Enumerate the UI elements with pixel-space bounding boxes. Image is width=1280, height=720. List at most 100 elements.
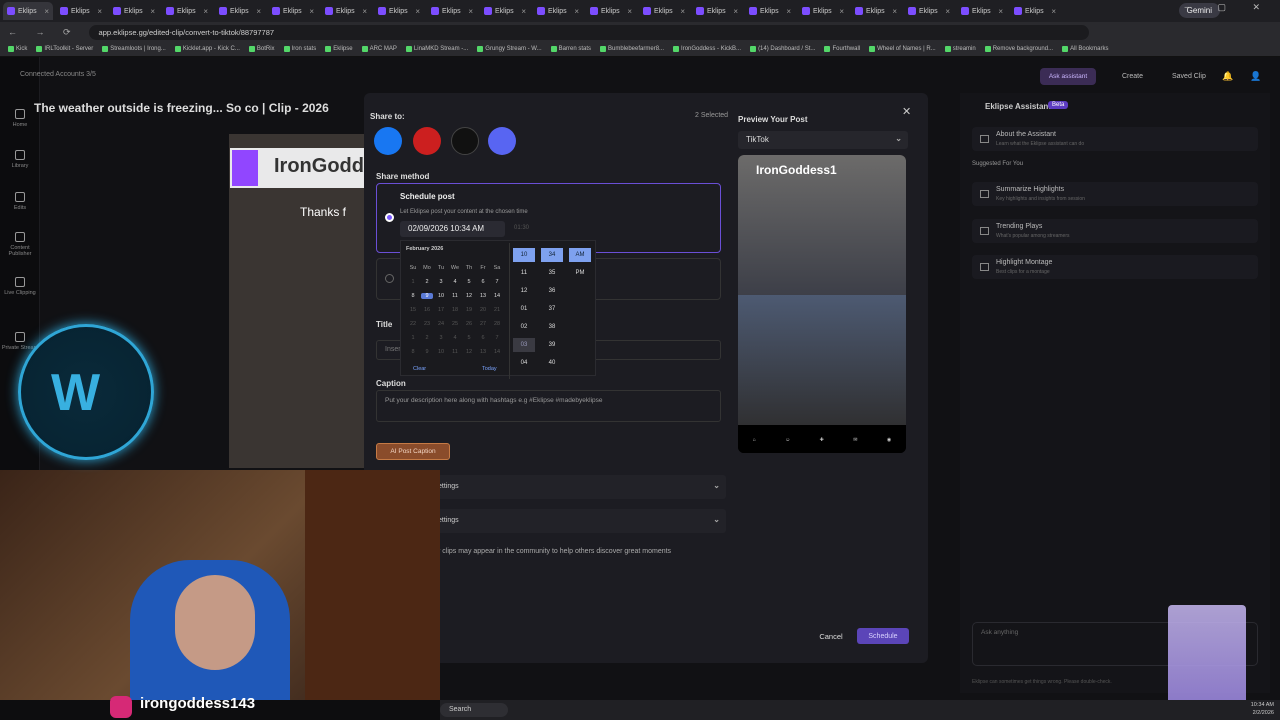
user-icon[interactable]: 👤 [1250,71,1261,82]
close-icon[interactable]: × [945,7,950,16]
tiktok-icon[interactable] [451,127,479,155]
bookmark-item[interactable]: LinaMKD Stream -... [405,46,468,52]
time-option[interactable]: 35 [541,266,563,280]
calendar-day[interactable]: 11 [449,293,461,299]
facebook-icon[interactable] [374,127,402,155]
bookmark-item[interactable]: IRLToolkit - Server [36,46,93,52]
close-icon[interactable]: × [468,7,473,16]
ask-assistant-button[interactable]: Ask assistant [1040,68,1096,85]
close-icon[interactable]: × [839,7,844,16]
time-option[interactable]: PM [569,266,591,280]
schedule-button[interactable]: Schedule [857,628,909,644]
calendar-day[interactable]: 4 [449,335,461,341]
bookmark-item[interactable]: Remove background... [984,46,1053,52]
nav-arrows-icon[interactable]: ← → ⟳ [8,27,79,38]
connected-accounts[interactable]: Connected Accounts 3/5 [20,71,96,78]
browser-tab[interactable]: Eklips × [374,2,424,20]
youtube-icon[interactable] [413,127,441,155]
close-icon[interactable]: × [998,7,1003,16]
post-now-radio[interactable] [385,274,394,283]
time-option[interactable]: 03 [513,338,535,352]
close-icon[interactable]: × [97,7,102,16]
calendar-day[interactable]: 25 [449,321,461,327]
bookmark-item[interactable]: (14) Dashboard / St... [750,46,815,52]
calendar-day[interactable]: 26 [463,321,475,327]
bookmark-item[interactable]: Streamloots | Irong... [102,46,166,52]
browser-tab[interactable]: Eklips × [268,2,318,20]
browser-tab[interactable]: Eklips × [851,2,901,20]
calendar-month[interactable]: February 2026 [406,246,443,252]
bookmark-item[interactable]: streamin [944,46,976,52]
close-icon[interactable]: × [1051,7,1056,16]
close-icon[interactable]: ✕ [902,105,911,118]
calendar-day[interactable]: 3 [435,279,447,285]
bookmark-item[interactable]: Barren stats [550,46,591,52]
browser-tab[interactable]: Eklips × [109,2,159,20]
time-option[interactable]: 36 [541,284,563,298]
browser-tab[interactable]: Eklips × [162,2,212,20]
nav-item[interactable]: Content Publisher [0,232,40,257]
browser-tab[interactable]: Eklips × [957,2,1007,20]
time-option[interactable]: 04 [513,356,535,370]
browser-tab[interactable]: Eklips × [904,2,954,20]
browser-tab[interactable]: Eklips × [3,2,53,20]
bookmark-item[interactable]: Eklipse [325,46,353,52]
calendar-day[interactable]: 14 [491,293,503,299]
calendar-day[interactable]: 4 [449,279,461,285]
calendar-day[interactable]: 10 [435,293,447,299]
close-icon[interactable]: × [892,7,897,16]
caption-input[interactable]: Put your description here along with has… [376,390,721,422]
calendar-day[interactable]: 2 [421,279,433,285]
nav-item[interactable]: Live Clipping [0,277,40,296]
calendar-day[interactable]: 3 [435,335,447,341]
time-option[interactable]: 39 [541,338,563,352]
calendar-day[interactable]: 9 [421,349,433,355]
ai-post-caption-button[interactable]: AI Post Caption [376,443,450,460]
bookmark-item[interactable]: Kicklet.app - Kick C... [174,46,240,52]
browser-tab[interactable]: Eklips × [56,2,106,20]
create-button[interactable]: Create [1122,73,1143,80]
calendar-day[interactable]: 21 [491,307,503,313]
calendar-today[interactable]: Today [482,366,497,372]
calendar-day[interactable]: 1 [407,335,419,341]
suggestion-card[interactable]: Highlight Montage Best clips for a monta… [972,255,1258,279]
close-icon[interactable]: × [521,7,526,16]
window-controls[interactable]: ─ ▢ ✕ [1185,2,1272,13]
calendar-day[interactable]: 5 [463,335,475,341]
bookmark-item[interactable]: Kick [8,46,27,52]
taskbar-search[interactable]: Search [440,703,508,717]
url-input[interactable]: app.eklipse.gg/edited-clip/convert-to-ti… [88,24,1089,40]
bookmark-item[interactable]: BotRix [248,46,275,52]
bookmark-item[interactable]: Fourthwall [824,46,860,52]
time-option[interactable]: 38 [541,320,563,334]
calendar-day[interactable]: 6 [477,279,489,285]
discord-icon[interactable] [488,127,516,155]
calendar-day[interactable]: 27 [477,321,489,327]
calendar-day[interactable]: 9 [421,293,433,299]
calendar-day[interactable]: 7 [491,279,503,285]
saved-clip-button[interactable]: Saved Clip [1172,73,1206,80]
calendar-day[interactable]: 2 [421,335,433,341]
time-option[interactable]: 37 [541,302,563,316]
time-option[interactable]: 11 [513,266,535,280]
calendar-day[interactable]: 7 [491,335,503,341]
close-icon[interactable]: × [680,7,685,16]
close-icon[interactable]: × [203,7,208,16]
browser-tab[interactable]: Eklips × [745,2,795,20]
close-icon[interactable]: × [733,7,738,16]
calendar-day[interactable]: 13 [477,293,489,299]
time-option[interactable]: 01 [513,302,535,316]
close-icon[interactable]: × [44,7,49,16]
calendar-day[interactable]: 20 [477,307,489,313]
calendar-day[interactable]: 8 [407,349,419,355]
calendar-day[interactable]: 15 [407,307,419,313]
calendar-day[interactable]: 14 [491,349,503,355]
time-option[interactable]: 34 [541,248,563,262]
calendar-day[interactable]: 1 [407,279,419,285]
time-option[interactable]: 40 [541,356,563,370]
calendar-day[interactable]: 17 [435,307,447,313]
calendar-day[interactable]: 16 [421,307,433,313]
browser-tab[interactable]: Eklips × [321,2,371,20]
time-option[interactable]: AM [569,248,591,262]
close-icon[interactable]: × [786,7,791,16]
